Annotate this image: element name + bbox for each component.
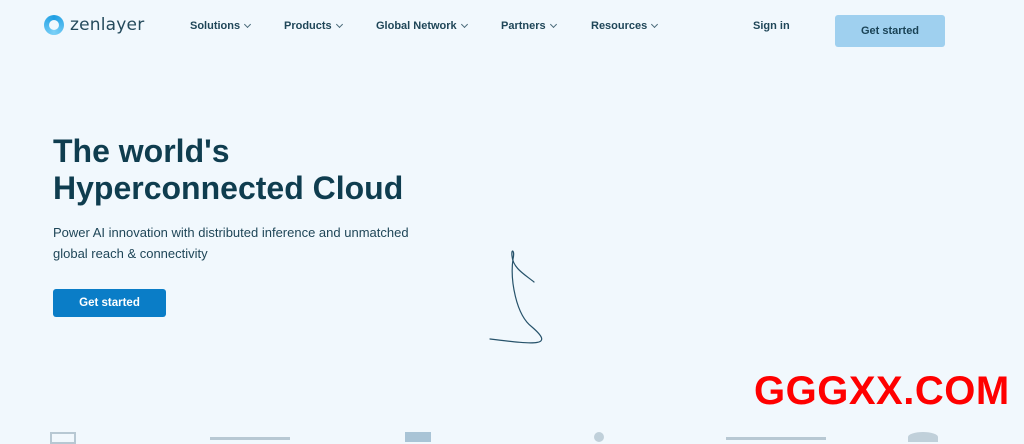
hero-get-started-button[interactable]: Get started bbox=[53, 289, 166, 317]
chevron-down-icon bbox=[460, 20, 468, 29]
decorative-line-art bbox=[489, 250, 543, 344]
chevron-down-icon bbox=[651, 20, 659, 29]
partner-logo bbox=[908, 432, 938, 442]
zenlayer-ring-icon bbox=[44, 15, 64, 35]
nav-partners[interactable]: Partners bbox=[501, 20, 557, 32]
chevron-down-icon bbox=[335, 20, 343, 29]
sign-in-link[interactable]: Sign in bbox=[753, 20, 790, 32]
nav-global-network-label: Global Network bbox=[376, 20, 457, 32]
chevron-down-icon bbox=[244, 20, 252, 29]
nav-solutions-label: Solutions bbox=[190, 20, 241, 32]
nav-products-label: Products bbox=[284, 20, 332, 32]
nav-get-started-button[interactable]: Get started bbox=[835, 15, 945, 47]
nav-resources-label: Resources bbox=[591, 20, 648, 32]
nav-global-network[interactable]: Global Network bbox=[376, 20, 468, 32]
partner-logo bbox=[50, 432, 76, 444]
hero-title-line-2: Hyperconnected Cloud bbox=[53, 170, 404, 206]
zenlayer-logo[interactable]: zenlayer bbox=[44, 15, 144, 35]
partner-logo bbox=[405, 432, 431, 442]
hero-title-line-1: The world's bbox=[53, 133, 230, 169]
hero-title: The world's Hyperconnected Cloud bbox=[53, 133, 473, 207]
partner-logo-strip bbox=[0, 428, 1024, 444]
nav-products[interactable]: Products bbox=[284, 20, 343, 32]
partner-logo bbox=[594, 432, 604, 442]
nav-partners-label: Partners bbox=[501, 20, 546, 32]
top-navigation: zenlayer Solutions Products Global Netwo… bbox=[0, 0, 1024, 58]
nav-resources[interactable]: Resources bbox=[591, 20, 659, 32]
nav-solutions[interactable]: Solutions bbox=[190, 20, 252, 32]
logo-text: zenlayer bbox=[70, 15, 145, 35]
chevron-down-icon bbox=[549, 20, 557, 29]
watermark-text: GGGXX.COM bbox=[754, 369, 1010, 413]
hero-subtitle: Power AI innovation with distributed inf… bbox=[53, 225, 409, 261]
